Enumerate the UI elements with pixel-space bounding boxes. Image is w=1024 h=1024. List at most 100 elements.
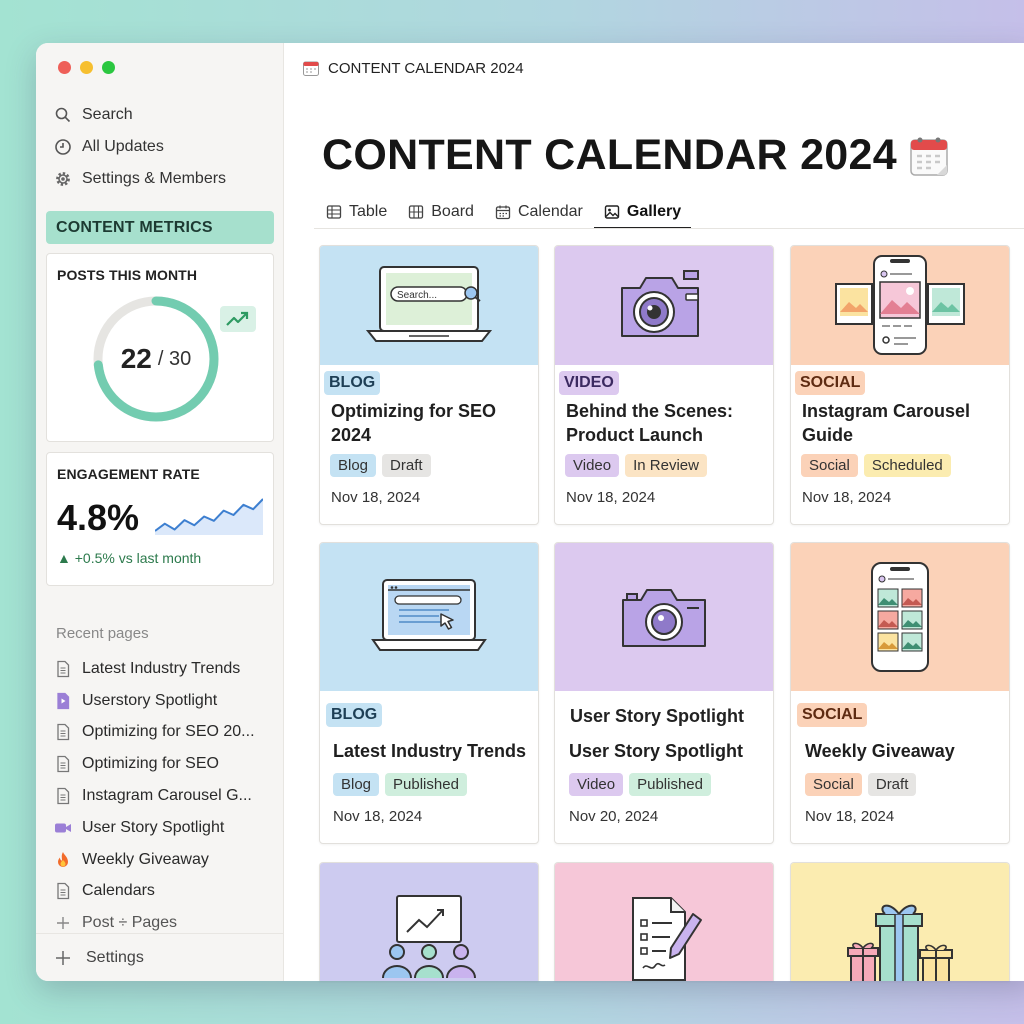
recent-page-label: Userstory Spotlight [82, 691, 218, 709]
recent-page-item[interactable]: Weekly Giveaway [54, 844, 279, 876]
card-type-tag: User Story Spotlight [570, 706, 745, 726]
card-type-tag: VIDEO [559, 371, 619, 395]
recent-pages-heading: Recent pages [56, 625, 149, 642]
card-cover: Search... [320, 246, 538, 365]
card-cover [791, 543, 1009, 691]
gear-icon [56, 172, 70, 186]
gallery-card[interactable] [790, 862, 1010, 981]
breadcrumb-label: CONTENT CALENDAR 2024 [328, 59, 524, 77]
tab-table-label: Table [349, 203, 388, 220]
recent-page-item[interactable]: Instagram Carousel G... [54, 780, 279, 812]
card-cover [791, 246, 1009, 365]
trend-up-icon [226, 311, 249, 326]
plus-icon [57, 917, 69, 930]
recent-page-item[interactable]: Latest Industry Trends [54, 653, 279, 685]
tab-calendar[interactable]: Calendar [493, 197, 585, 227]
calendar-emoji-icon [303, 61, 319, 76]
recent-page-item[interactable]: Optimizing for SEO 20... [54, 717, 279, 749]
minimize-window-button[interactable] [80, 61, 93, 74]
card-cover [320, 863, 538, 981]
card-date: Nov 20, 2024 [569, 808, 659, 825]
tab-board-label: Board [431, 203, 474, 220]
tab-table[interactable]: Table [324, 197, 389, 227]
gallery-card[interactable]: VIDEO Behind the Scenes: Product Launch … [554, 245, 774, 525]
gallery-card[interactable] [319, 862, 539, 981]
nav-search-label: Search [82, 106, 133, 123]
zoom-window-button[interactable] [102, 61, 115, 74]
table-icon [326, 205, 342, 219]
trend-up-badge [220, 306, 256, 332]
nav-search[interactable]: Search [54, 99, 274, 131]
engagement-sparkline [155, 498, 263, 535]
card-type-tag: BLOG [326, 703, 383, 727]
card-chip: Video [565, 454, 620, 477]
window-controls [58, 61, 115, 74]
card-date: Nov 18, 2024 [566, 489, 656, 506]
page-title: CONTENT CALENDAR 2024 [322, 131, 949, 180]
sidebar-settings-button[interactable]: Settings [36, 933, 283, 981]
calendar-emoji-icon [910, 137, 948, 176]
gallery-card[interactable]: SOCIAL Instagram Carousel Guide Social S… [790, 245, 1010, 525]
tab-divider [314, 228, 1024, 229]
laptop-search-icon: Search... [365, 265, 493, 342]
recent-page-label: Instagram Carousel G... [82, 787, 252, 805]
sidebar: Search All Updates Settings & Members CO… [36, 43, 284, 981]
page-icon [57, 883, 70, 900]
card-chips: Blog Published [333, 773, 467, 796]
card-chip: Draft [382, 454, 431, 477]
recent-page-item[interactable]: Optimizing for SEO [54, 748, 279, 780]
recent-page-item[interactable]: Calendars [54, 876, 279, 908]
card-chip: Scheduled [863, 454, 951, 477]
card-chip: Published [385, 773, 467, 796]
card-title: Latest Industry Trends [333, 741, 527, 761]
close-window-button[interactable] [58, 61, 71, 74]
sidebar-settings-label: Settings [86, 948, 144, 966]
card-chip: Blog [330, 454, 377, 477]
card-title: Weekly Giveaway [805, 741, 955, 761]
fire-icon [58, 851, 68, 867]
card-type-tag: BLOG [324, 371, 381, 395]
card-chips: Social Draft [805, 773, 917, 796]
plus-icon [56, 950, 70, 965]
recent-page-item[interactable]: Userstory Spotlight [54, 685, 279, 717]
presentation-audience-icon [382, 895, 476, 979]
card-cover [555, 246, 773, 365]
posts-this-month-card: POSTS THIS MONTH 22 / 30 [46, 253, 274, 442]
recent-page-label: Post ÷ Pages [82, 914, 178, 932]
camera-icon [622, 589, 706, 647]
board-icon [409, 205, 424, 219]
nav-all-updates[interactable]: All Updates [54, 131, 274, 163]
gift-boxes-icon [847, 904, 953, 981]
gallery-card[interactable] [554, 862, 774, 981]
tab-gallery[interactable]: Gallery [593, 197, 692, 229]
gallery-icon [604, 205, 620, 219]
breadcrumb[interactable]: CONTENT CALENDAR 2024 [302, 59, 524, 77]
recent-pages-list: Latest Industry Trends Userstory Spotlig… [54, 653, 279, 939]
recent-page-item[interactable]: User Story Spotlight [54, 812, 279, 844]
page-icon [57, 756, 70, 773]
card-type-tag: SOCIAL [797, 703, 868, 727]
recent-page-label: Calendars [82, 882, 155, 900]
nav-all-updates-label: All Updates [82, 138, 164, 155]
engagement-rate-label: ENGAGEMENT RATE [57, 466, 200, 482]
card-cover [791, 863, 1009, 981]
page-icon [57, 724, 70, 741]
card-cover [320, 543, 538, 691]
search-icon [55, 107, 71, 123]
card-chip: Video [569, 773, 624, 796]
nav-settings-members[interactable]: Settings & Members [54, 163, 274, 195]
phone-carousel-icon [835, 254, 965, 355]
card-title: Behind the Scenes: Product Launch [566, 401, 734, 445]
tab-board[interactable]: Board [406, 197, 476, 227]
document-pen-icon [632, 897, 702, 981]
card-title: Instagram Carousel Guide [802, 401, 971, 445]
card-date: Nov 18, 2024 [805, 808, 895, 825]
camera-icon [621, 269, 699, 337]
gallery-card[interactable]: User Story Spotlight User Story Spotligh… [554, 542, 774, 844]
gallery-card[interactable]: BLOG Latest Industry Trends Blog Publish… [319, 542, 539, 844]
laptop-browser-icon [371, 579, 487, 651]
gallery-card[interactable]: SOCIAL Weekly Giveaway Social Draft Nov … [790, 542, 1010, 844]
card-chips: Blog Draft [330, 454, 431, 477]
gallery-card[interactable]: Search... BLOG Optimizing for SEO 2024 B… [319, 245, 539, 525]
posts-this-month-label: POSTS THIS MONTH [57, 267, 198, 283]
